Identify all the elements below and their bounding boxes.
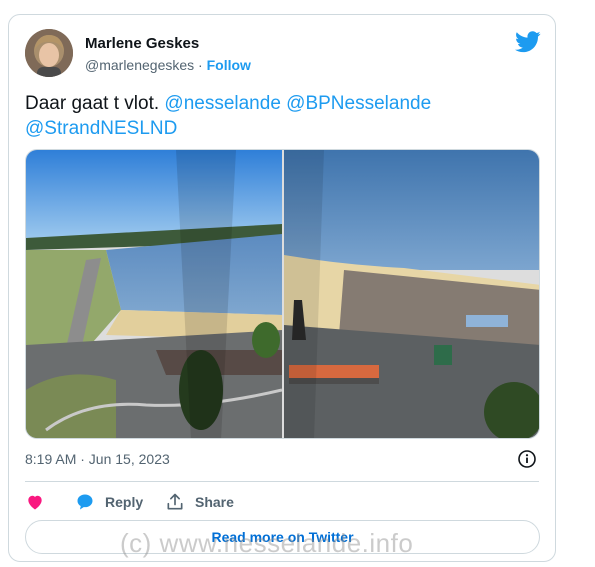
action-bar: Reply Share — [25, 489, 234, 515]
heart-icon — [28, 495, 42, 510]
twitter-bird-icon[interactable] — [515, 31, 541, 53]
tweet-timestamp[interactable]: 8:19 AM · Jun 15, 2023 — [25, 451, 170, 467]
author-name[interactable]: Marlene Geskes — [85, 35, 199, 52]
share-label: Share — [195, 494, 234, 510]
mention-nesselande[interactable]: @nesselande — [164, 93, 280, 114]
media-grid — [25, 149, 540, 439]
like-button[interactable] — [25, 492, 75, 512]
author-handle-line: @marlenegeskes · Follow — [85, 57, 251, 73]
photo-beach-closeup[interactable] — [284, 150, 539, 438]
tweet-card: Marlene Geskes @marlenegeskes · Follow D… — [8, 14, 556, 562]
divider — [25, 481, 539, 482]
photo-lake-overview[interactable] — [26, 150, 282, 438]
read-more-button[interactable]: Read more on Twitter — [25, 520, 540, 554]
reply-label: Reply — [105, 494, 144, 510]
separator: · — [198, 57, 203, 73]
mention-strandneslnd[interactable]: @StrandNESLND — [25, 118, 177, 139]
follow-button[interactable]: Follow — [207, 57, 251, 73]
reply-button[interactable]: Reply — [75, 492, 165, 512]
tweet-text: Daar gaat t vlot. @nesselande @BPNessela… — [25, 91, 535, 141]
avatar[interactable] — [25, 29, 73, 77]
tweet-text-start: Daar gaat t vlot. — [25, 93, 160, 114]
share-icon — [167, 493, 183, 510]
reply-bubble-icon — [77, 494, 93, 510]
info-icon[interactable] — [517, 449, 537, 469]
share-button[interactable]: Share — [165, 492, 234, 512]
author-handle[interactable]: @marlenegeskes — [85, 57, 194, 73]
mention-bpnesselande[interactable]: @BPNesselande — [286, 93, 431, 114]
